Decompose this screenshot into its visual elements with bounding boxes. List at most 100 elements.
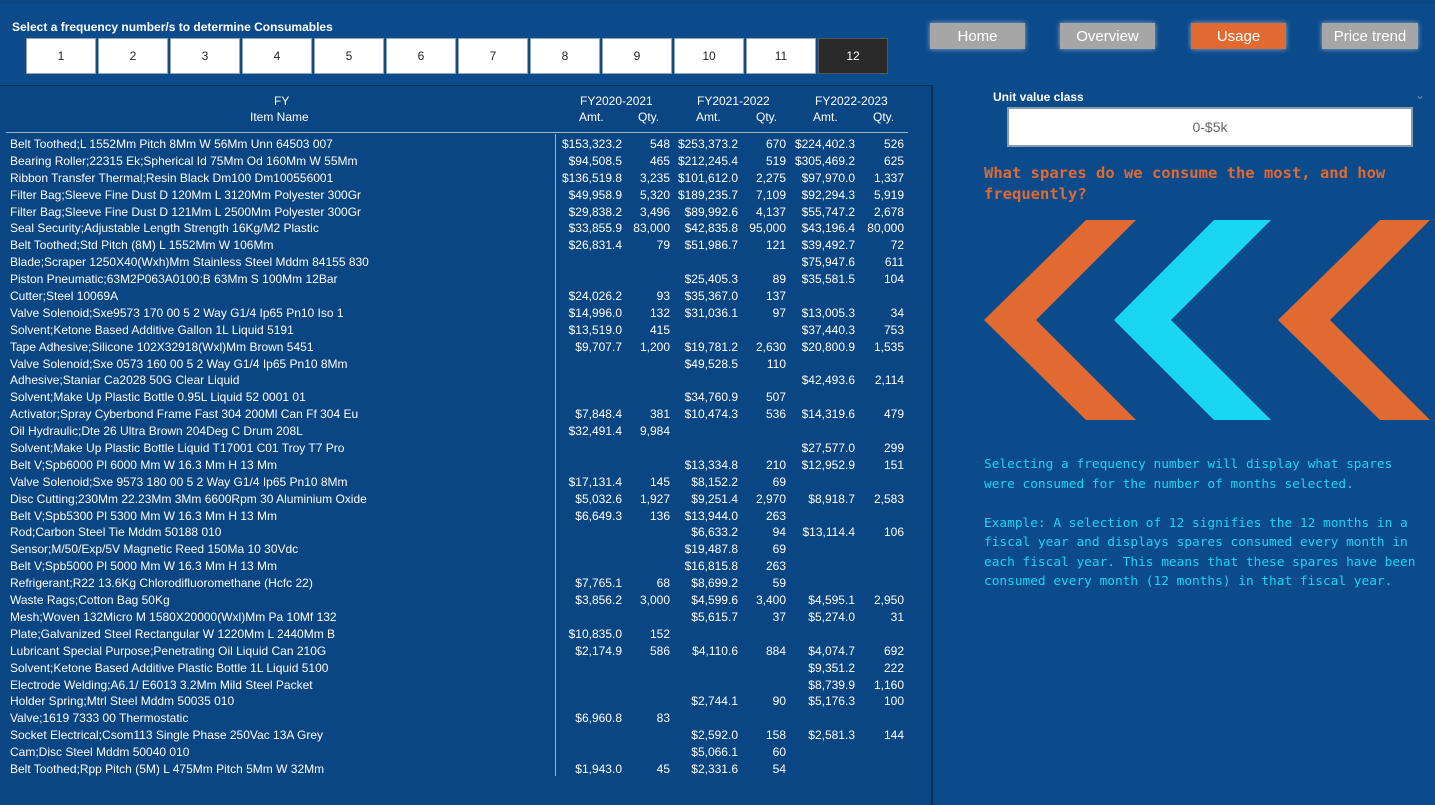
table-row[interactable]: Tape Adhesive;Silicone 102X32918(Wxl)Mm …	[10, 339, 910, 356]
table-row[interactable]: Valve Solenoid;Sxe 0573 160 00 5 2 Way G…	[10, 356, 910, 373]
amt-fy2022-cell: $8,918.7	[808, 491, 855, 506]
table-row[interactable]: Valve Solenoid;Sxe 9573 180 00 5 2 Way G…	[10, 474, 910, 491]
table-row[interactable]: Valve;1619 7333 00 Thermostatic $6,960.8 8…	[10, 710, 910, 727]
frequency-option-2[interactable]: 2	[98, 38, 168, 74]
table-row[interactable]: Solvent;Ketone Based Additive Plastic Bo…	[10, 660, 910, 677]
amt-fy2021-cell: $34,760.9	[684, 390, 738, 405]
table-row[interactable]: Lubricant Special Purpose;Penetrating Oi…	[10, 643, 910, 660]
home-button[interactable]: Home	[930, 23, 1025, 49]
qty-fy2021-cell: 94	[772, 525, 786, 540]
table-row[interactable]: Refrigerant;R22 13.6Kg Chlorodifluoromet…	[10, 575, 910, 592]
frequency-option-5[interactable]: 5	[314, 38, 384, 74]
qty-fy2022-cell: 625	[883, 153, 904, 168]
overview-button[interactable]: Overview	[1060, 23, 1155, 49]
table-row[interactable]: Mesh;Woven 132Micro M 1580X20000(Wxl)Mm …	[10, 609, 910, 626]
frequency-option-7[interactable]: 7	[458, 38, 528, 74]
table-row[interactable]: Socket Electrical;Csom113 Single Phase 2…	[10, 727, 910, 744]
header-amt-2[interactable]: Amt.	[696, 110, 721, 124]
qty-fy2022-cell: 1,160	[873, 677, 904, 692]
table-row[interactable]: Solvent;Make Up Plastic Bottle 0.95L Liq…	[10, 389, 910, 406]
qty-fy2020-cell: 586	[649, 643, 670, 658]
table-row[interactable]: Belt V;Spb5300 Pl 5300 Mm W 16.3 Mm H 13…	[10, 508, 910, 525]
header-amt-3[interactable]: Amt.	[813, 110, 838, 124]
table-row[interactable]: Belt Toothed;Std Pitch (8M) L 1552Mm W 1…	[10, 237, 910, 254]
table-row[interactable]: Holder Spring;Mtrl Steel Mddm 50035 010 $…	[10, 693, 910, 710]
table-row[interactable]: Disc Cutting;230Mm 22.23Mm 3Mm 6600Rpm 3…	[10, 491, 910, 508]
amt-fy2021-cell: $9,251.4	[691, 491, 738, 506]
amt-fy2022-cell: $43,196.4	[801, 221, 855, 236]
item-name-cell: Refrigerant;R22 13.6Kg Chlorodifluoromet…	[10, 576, 313, 591]
chevron-down-icon[interactable]: ⌄	[1415, 88, 1425, 102]
consumables-table: FY Item Name FY2020-2021 FY2021-2022 FY2…	[0, 85, 933, 805]
header-qty-2[interactable]: Qty.	[756, 110, 777, 124]
table-row[interactable]: Valve Solenoid;Sxe9573 170 00 5 2 Way G1…	[10, 305, 910, 322]
frequency-option-1[interactable]: 1	[26, 38, 96, 74]
header-amt-1[interactable]: Amt.	[579, 110, 604, 124]
qty-fy2020-cell: 3,235	[639, 170, 670, 185]
table-row[interactable]: Ribbon Transfer Thermal;Resin Black Dm10…	[10, 170, 910, 187]
qty-fy2020-cell: 5,320	[639, 187, 670, 202]
table-row[interactable]: Rod;Carbon Steel Tie Mddm 50188 010 $6,63…	[10, 524, 910, 541]
frequency-option-11[interactable]: 11	[746, 38, 816, 74]
qty-fy2022-cell: 144	[883, 728, 904, 743]
table-row[interactable]: Blade;Scraper 1250X40(Wxh)Mm Stainless S…	[10, 254, 910, 271]
table-row[interactable]: Waste Rags;Cotton Bag 50Kg $3,856.2 3,000 $…	[10, 592, 910, 609]
amt-fy2020-cell: $14,996.0	[568, 305, 622, 320]
unit-value-dropdown[interactable]: 0-$5k	[1007, 107, 1413, 147]
table-row[interactable]: Adhesive;Staniar Ca2028 50G Clear Liquid…	[10, 372, 910, 389]
header-item-name[interactable]: Item Name	[250, 110, 309, 124]
table-row[interactable]: Piston Pneumatic;63M2P063A0100;B 63Mm S …	[10, 271, 910, 288]
table-row[interactable]: Belt Toothed;Rpp Pitch (5M) L 475Mm Pitc…	[10, 761, 910, 778]
table-row[interactable]: Belt Toothed;L 1552Mm Pitch 8Mm W 56Mm U…	[10, 136, 910, 153]
amt-fy2022-cell: $305,469.2	[794, 153, 855, 168]
frequency-option-12[interactable]: 12	[818, 38, 888, 74]
table-row[interactable]: Belt V;Spb5000 Pl 5000 Mm W 16.3 Mm H 13…	[10, 558, 910, 575]
table-row[interactable]: Plate;Galvanized Steel Rectangular W 122…	[10, 626, 910, 643]
table-row[interactable]: Cam;Disc Steel Mddm 50040 010 $5,066.1 60	[10, 744, 910, 761]
usage-button[interactable]: Usage	[1191, 23, 1286, 49]
item-name-cell: Waste Rags;Cotton Bag 50Kg	[10, 593, 170, 608]
item-name-cell: Mesh;Woven 132Micro M 1580X20000(Wxl)Mm …	[10, 609, 337, 624]
qty-fy2022-cell: 2,583	[873, 491, 904, 506]
amt-fy2022-cell: $14,319.6	[801, 407, 855, 422]
amt-fy2022-cell: $97,970.0	[801, 170, 855, 185]
item-name-cell: Bearing Roller;22315 Ek;Spherical Id 75M…	[10, 153, 358, 168]
table-row[interactable]: Cutter;Steel 10069A $24,026.2 93 $35,367.0 1…	[10, 288, 910, 305]
table-row[interactable]: Solvent;Make Up Plastic Bottle Liquid T1…	[10, 440, 910, 457]
table-row[interactable]: Filter Bag;Sleeve Fine Dust D 120Mm L 31…	[10, 187, 910, 204]
amt-fy2021-cell: $13,334.8	[684, 457, 738, 472]
item-name-cell: Solvent;Make Up Plastic Bottle Liquid T1…	[10, 441, 345, 456]
frequency-option-8[interactable]: 8	[530, 38, 600, 74]
qty-fy2020-cell: 83	[656, 711, 670, 726]
amt-fy2022-cell: $55,747.2	[801, 204, 855, 219]
amt-fy2021-cell: $2,592.0	[691, 728, 738, 743]
qty-fy2021-cell: 507	[765, 390, 786, 405]
table-row[interactable]: Seal Security;Adjustable Length Strength…	[10, 220, 910, 237]
qty-fy2022-cell: 2,678	[873, 204, 904, 219]
qty-fy2022-cell: 1,337	[873, 170, 904, 185]
frequency-option-10[interactable]: 10	[674, 38, 744, 74]
table-row[interactable]: Filter Bag;Sleeve Fine Dust D 121Mm L 25…	[10, 204, 910, 221]
table-row[interactable]: Bearing Roller;22315 Ek;Spherical Id 75M…	[10, 153, 910, 170]
qty-fy2022-cell: 80,000	[867, 221, 904, 236]
frequency-option-9[interactable]: 9	[602, 38, 672, 74]
table-row[interactable]: Activator;Spray Cyberbond Frame Fast 304…	[10, 406, 910, 423]
table-row[interactable]: Electrode Welding;A6.1/ E6013 3.2Mm Mild…	[10, 677, 910, 694]
qty-fy2020-cell: 93	[656, 289, 670, 304]
table-row[interactable]: Sensor;M/50/Exp/5V Magnetic Reed 150Ma 1…	[10, 541, 910, 558]
header-qty-1[interactable]: Qty.	[638, 110, 659, 124]
qty-fy2021-cell: 2,275	[755, 170, 786, 185]
amt-fy2022-cell: $92,294.3	[801, 187, 855, 202]
amt-fy2022-cell: $9,351.2	[808, 660, 855, 675]
table-row[interactable]: Solvent;Ketone Based Additive Gallon 1L …	[10, 322, 910, 339]
price-trend-button[interactable]: Price trend	[1322, 23, 1418, 49]
table-row[interactable]: Belt V;Spb6000 Pl 6000 Mm W 16.3 Mm H 13…	[10, 457, 910, 474]
qty-fy2021-cell: 97	[772, 305, 786, 320]
frequency-option-4[interactable]: 4	[242, 38, 312, 74]
frequency-option-3[interactable]: 3	[170, 38, 240, 74]
table-row[interactable]: Oil Hydraulic;Dte 26 Ultra Brown 204Deg …	[10, 423, 910, 440]
amt-fy2022-cell: $20,800.9	[801, 339, 855, 354]
item-name-cell: Adhesive;Staniar Ca2028 50G Clear Liquid	[10, 373, 240, 388]
header-qty-3[interactable]: Qty.	[873, 110, 894, 124]
frequency-option-6[interactable]: 6	[386, 38, 456, 74]
